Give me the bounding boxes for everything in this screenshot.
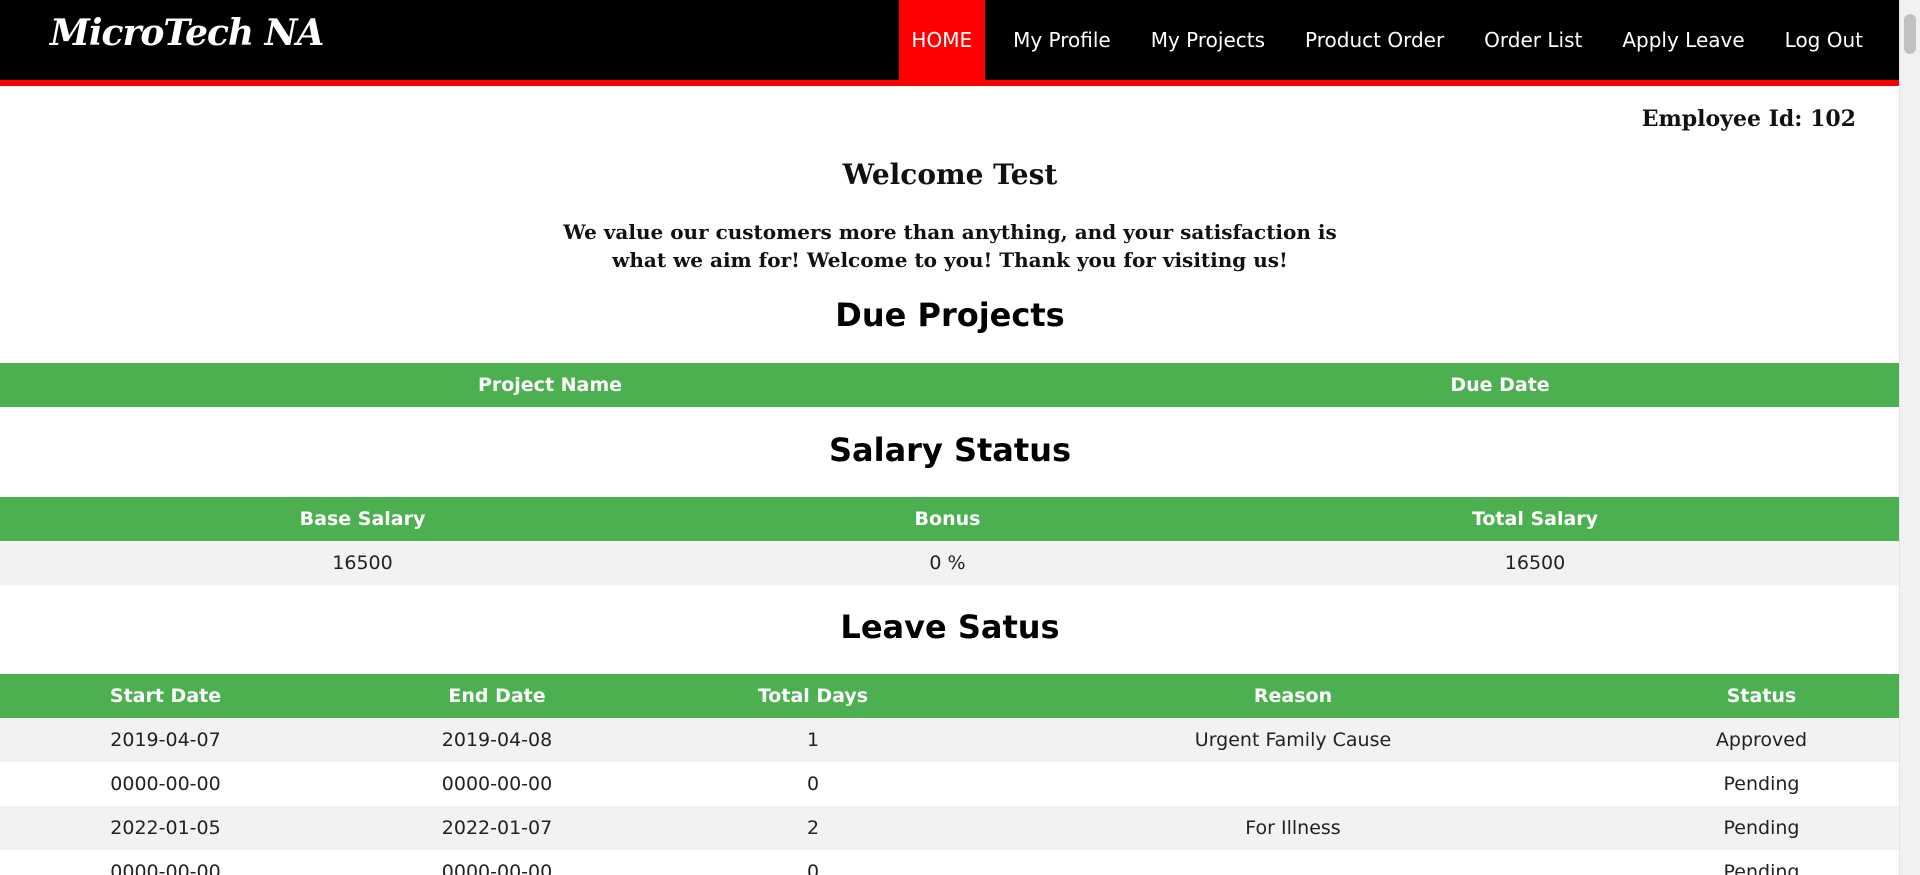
status-cell: Pending bbox=[1623, 806, 1900, 850]
table-row: 2019-04-07 2019-04-08 1 Urgent Family Ca… bbox=[0, 718, 1900, 762]
salary-table: Base Salary Bonus Total Salary 16500 0 %… bbox=[0, 497, 1900, 585]
nav-product-order[interactable]: Product Order bbox=[1285, 0, 1464, 80]
due-projects-title: Due Projects bbox=[835, 296, 1065, 334]
welcome-heading: Welcome Test bbox=[842, 158, 1058, 191]
due-projects-table: Project Name Due Date bbox=[0, 363, 1900, 407]
status-cell: Pending bbox=[1723, 773, 1800, 795]
table-header-row: Start Date End Date Total Days Reason St… bbox=[0, 674, 1900, 718]
tagline-line-2: what we aim for! Welcome to you! Thank y… bbox=[612, 248, 1288, 272]
nav-apply-leave[interactable]: Apply Leave bbox=[1602, 0, 1764, 80]
table-header-row: Base Salary Bonus Total Salary bbox=[0, 497, 1900, 541]
nav-log-out[interactable]: Log Out bbox=[1765, 0, 1900, 80]
column-header: Project Name bbox=[0, 363, 1100, 407]
column-header: End Date bbox=[331, 674, 663, 718]
column-header: Base Salary bbox=[0, 497, 725, 541]
column-header: Reason bbox=[963, 674, 1623, 718]
table-row: 16500 0 % 16500 bbox=[0, 541, 1900, 585]
column-header: Total Days bbox=[663, 674, 963, 718]
page: MicroTech NA HOME My Profile My Projects… bbox=[0, 0, 1900, 875]
nav-order-list[interactable]: Order List bbox=[1464, 0, 1602, 80]
start-date-cell: 0000-00-00 bbox=[110, 773, 221, 795]
nav-home[interactable]: HOME bbox=[899, 0, 986, 80]
table-row: 0000-00-00 0000-00-00 0 Pending bbox=[0, 762, 1900, 806]
bonus-cell: 0 % bbox=[725, 541, 1170, 585]
reason-cell bbox=[963, 850, 1623, 875]
status-cell: Approved bbox=[1623, 718, 1900, 762]
end-date-cell: 2019-04-08 bbox=[331, 718, 663, 762]
column-header: Status bbox=[1623, 674, 1900, 718]
start-date-cell: 0000-00-00 bbox=[110, 861, 221, 875]
start-date-cell: 2019-04-07 bbox=[0, 718, 331, 762]
total-days-cell: 0 bbox=[806, 773, 820, 795]
reason-cell: For Illness bbox=[963, 806, 1623, 850]
total-days-cell: 1 bbox=[663, 718, 963, 762]
employee-id: Employee Id: 102 bbox=[1641, 106, 1856, 132]
table-header-row: Project Name Due Date bbox=[0, 363, 1900, 407]
nav-my-projects[interactable]: My Projects bbox=[1131, 0, 1285, 80]
end-date-cell: 0000-00-00 bbox=[441, 861, 553, 875]
welcome-tagline: We value our customers more than anythin… bbox=[0, 218, 1900, 274]
total-days-cell: 2 bbox=[663, 806, 963, 850]
table-row: 0000-00-00 0000-00-00 0 Pending bbox=[0, 850, 1900, 875]
start-date-cell: 2022-01-05 bbox=[0, 806, 331, 850]
column-header: Bonus bbox=[725, 497, 1170, 541]
leave-table: Start Date End Date Total Days Reason St… bbox=[0, 674, 1900, 875]
reason-cell: Urgent Family Cause bbox=[963, 718, 1623, 762]
reason-cell bbox=[963, 762, 1623, 806]
status-cell: Pending bbox=[1723, 861, 1800, 875]
column-header: Start Date bbox=[0, 674, 331, 718]
salary-status-title: Salary Status bbox=[828, 431, 1072, 469]
main-nav: HOME My Profile My Projects Product Orde… bbox=[899, 0, 1900, 80]
total-salary-cell: 16500 bbox=[1170, 541, 1900, 585]
vertical-scrollbar[interactable] bbox=[1899, 0, 1920, 875]
end-date-cell: 0000-00-00 bbox=[441, 773, 553, 795]
leave-status-title: Leave Satus bbox=[840, 608, 1060, 646]
scrollbar-thumb[interactable] bbox=[1904, 14, 1916, 54]
column-header: Due Date bbox=[1100, 363, 1900, 407]
brand-logo[interactable]: MicroTech NA bbox=[50, 12, 324, 54]
total-days-cell: 0 bbox=[806, 861, 820, 875]
top-navbar: MicroTech NA HOME My Profile My Projects… bbox=[0, 0, 1900, 86]
column-header: Total Salary bbox=[1170, 497, 1900, 541]
nav-my-profile[interactable]: My Profile bbox=[993, 0, 1131, 80]
tagline-line-1: We value our customers more than anythin… bbox=[563, 220, 1337, 244]
end-date-cell: 2022-01-07 bbox=[331, 806, 663, 850]
base-salary-cell: 16500 bbox=[0, 541, 725, 585]
table-row: 2022-01-05 2022-01-07 2 For Illness Pend… bbox=[0, 806, 1900, 850]
